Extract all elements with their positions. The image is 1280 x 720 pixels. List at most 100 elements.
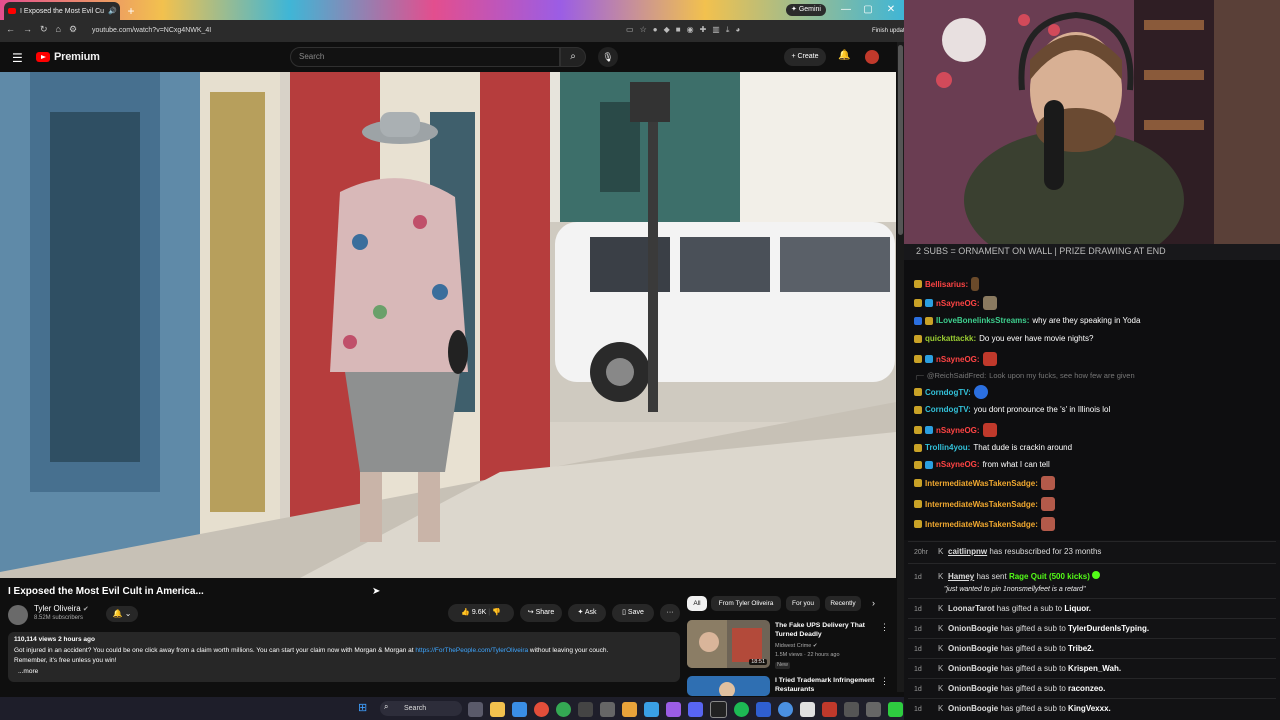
rec-title[interactable]: I Tried Trademark Infringement Restauran… [775,676,875,694]
event-user[interactable]: OnionBoogie [948,704,998,713]
sidebar-icon[interactable]: ▥ [712,25,720,35]
event-user[interactable]: OnionBoogie [948,684,998,693]
app-icon[interactable] [756,702,771,717]
page-scrollbar-thumb[interactable] [898,45,903,235]
event-user[interactable]: Hamey [948,572,974,581]
share-button[interactable]: ↪ Share [520,604,562,622]
rec-title[interactable]: The Fake UPS Delivery That Turned Deadly [775,621,875,639]
ask-button[interactable]: ✦ Ask [568,604,606,622]
browser-tab[interactable]: I Exposed the Most Evil Cu 🔊 ✕ [4,2,120,20]
app-icon[interactable] [888,702,903,717]
site-info-icon[interactable]: ⚙ [69,24,77,35]
app-icon[interactable] [578,702,593,717]
event-recipient[interactable]: Liquor. [1064,604,1091,613]
chat-username[interactable]: IntermediateWasTakenSadge: [925,479,1038,488]
event-user[interactable]: OnionBoogie [948,624,998,633]
more-actions-button[interactable]: ··· [660,604,680,622]
rec-thumbnail[interactable] [687,676,770,696]
chat-username[interactable]: quickattackk: [925,334,976,343]
like-button[interactable]: 👍 9.6K [461,609,486,616]
chat-username[interactable]: IntermediateWasTakenSadge: [925,520,1038,529]
youtube-logo[interactable]: Premium [36,51,100,63]
rec-menu-icon[interactable]: ⋮ [880,676,889,687]
video-player[interactable] [0,72,896,578]
back-icon[interactable]: ← [6,24,15,35]
notifications-icon[interactable]: 🔔 [838,50,850,61]
app-icon[interactable] [822,702,837,717]
extension-icon[interactable]: ◆ [664,25,670,35]
app-icon[interactable] [666,702,681,717]
chat-username[interactable]: Bellisarius: [925,280,968,289]
folder-icon[interactable] [622,702,637,717]
maximize-icon[interactable]: ▢ [860,3,876,17]
event-recipient[interactable]: KingVexxx. [1068,704,1111,713]
create-button[interactable]: + Create [784,48,826,66]
save-button[interactable]: ▯ Save [612,604,654,622]
finish-update-button[interactable]: Finish update [872,25,908,37]
taskbar-search[interactable]: Search [380,701,462,716]
spotify-icon[interactable] [734,702,749,717]
forward-icon[interactable]: → [23,24,32,35]
chevron-right-icon[interactable]: › [872,598,875,608]
chip-recently[interactable]: Recently [825,596,861,611]
chat-username[interactable]: nSayneOG: [936,299,980,308]
minimize-icon[interactable]: — [838,3,854,17]
event-user[interactable]: OnionBoogie [948,644,998,653]
channel-avatar[interactable] [8,605,28,625]
rec-menu-icon[interactable]: ⋮ [880,622,889,633]
chat-username[interactable]: Trollin4you: [925,443,970,452]
reload-icon[interactable]: ↻ [40,24,48,35]
chat-username[interactable]: CorndogTV: [925,388,971,397]
url-field[interactable]: youtube.com/watch?v=NCxg4NWK_4I [92,24,211,38]
app-icon[interactable] [778,702,793,717]
app-icon[interactable] [600,702,615,717]
chip-all[interactable]: All [687,596,707,611]
extension-icon[interactable]: ◉ [687,25,694,35]
channel-name[interactable]: Tyler Oliveira ✔ [34,604,89,613]
event-user[interactable]: LoonarTarot [948,604,995,613]
app-icon[interactable] [800,702,815,717]
description-link[interactable]: https://ForThePeople.com/TylerOliveira [415,647,528,654]
chat-username[interactable]: CorndogTV: [925,405,971,414]
chrome-profile-icon[interactable] [556,702,571,717]
chip-from-channel[interactable]: From Tyler Oliveira [711,596,781,611]
chat-username[interactable]: ILoveBonelinksStreams: [936,316,1029,325]
chat-username[interactable]: nSayneOG: [936,355,980,364]
extension-icon[interactable]: ● [653,25,658,35]
chat-username[interactable]: nSayneOG: [936,426,980,435]
dislike-icon[interactable]: 👎 [492,609,501,616]
search-input[interactable]: Search [290,47,560,67]
chrome-icon[interactable] [534,702,549,717]
close-window-icon[interactable]: ✕ [883,3,899,17]
extension-icon[interactable]: ■ [676,25,681,35]
event-user[interactable]: caitlinpnw [948,547,987,556]
extensions-puzzle-icon[interactable]: ✚ [700,25,707,35]
windows-start-icon[interactable]: ⊞ [358,701,367,714]
search-button[interactable]: ⌕ [560,47,586,67]
file-explorer-icon[interactable] [490,702,505,717]
gemini-button[interactable]: ✦ Gemini [786,4,826,16]
chat-username[interactable]: @ReichSaidFred: [927,371,986,380]
microphone-icon[interactable]: 🎙 [598,47,618,67]
app-icon[interactable] [844,702,859,717]
app-icon[interactable] [866,702,881,717]
event-recipient[interactable]: Tribe2. [1068,644,1094,653]
chip-for-you[interactable]: For you [786,596,820,611]
edge-icon[interactable] [512,702,527,717]
profile-icon[interactable]: ◕ [735,25,740,35]
show-more-link[interactable]: ...more [18,668,38,675]
account-avatar[interactable] [865,50,879,64]
chat-username[interactable]: IntermediateWasTakenSadge: [925,500,1038,509]
tab-audio-icon[interactable]: 🔊 [108,7,117,15]
subscription-bell-button[interactable]: 🔔 ⌄ [106,606,138,622]
home-icon[interactable]: ⌂ [56,24,61,35]
cast-icon[interactable]: ▭ [626,25,634,35]
app-icon[interactable] [710,701,727,718]
event-recipient[interactable]: raconzeo. [1068,684,1105,693]
rec-thumbnail[interactable]: 18:51 [687,620,770,668]
task-view-icon[interactable] [468,702,483,717]
bookmark-star-icon[interactable]: ☆ [640,25,647,35]
event-recipient[interactable]: TylerDurdenIsTyping. [1068,624,1149,633]
event-user[interactable]: OnionBoogie [948,664,998,673]
downloads-icon[interactable]: ⤓ [726,25,730,35]
